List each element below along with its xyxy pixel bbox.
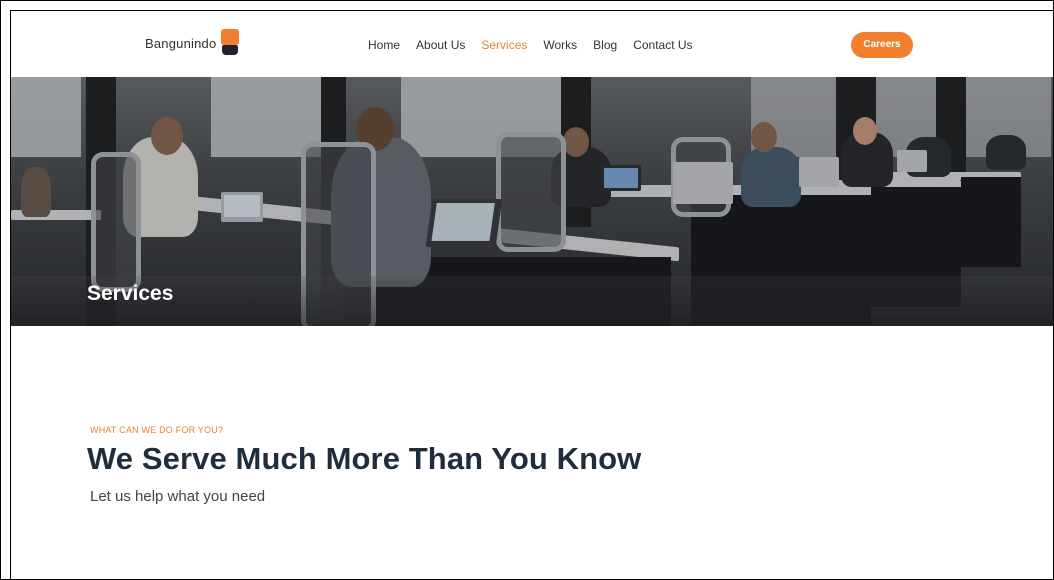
site-header: Bangunindo Home About Us Services Works … — [11, 11, 1053, 77]
nav-item-works[interactable]: Works — [543, 38, 577, 52]
nav-item-services[interactable]: Services — [481, 38, 527, 52]
nav-item-home[interactable]: Home — [368, 38, 400, 52]
nav-item-contact-us[interactable]: Contact Us — [633, 38, 692, 52]
hero-title: Services — [87, 282, 174, 305]
browser-frame: Bangunindo Home About Us Services Works … — [0, 0, 1054, 580]
careers-button[interactable]: Careers — [851, 32, 913, 58]
logo-mark-icon — [218, 29, 240, 57]
main-nav: Home About Us Services Works Blog Contac… — [368, 38, 709, 52]
logo-text: Bangunindo — [145, 35, 217, 51]
logo[interactable]: Bangunindo — [145, 29, 240, 57]
section-eyebrow: WHAT CAN WE DO FOR YOU? — [90, 425, 224, 435]
section-subtext: Let us help what you need — [90, 488, 266, 505]
page: Bangunindo Home About Us Services Works … — [10, 10, 1053, 579]
section-headline: We Serve Much More Than You Know — [87, 441, 642, 476]
nav-item-about-us[interactable]: About Us — [416, 38, 465, 52]
nav-item-blog[interactable]: Blog — [593, 38, 617, 52]
hero-banner: Services — [11, 77, 1053, 326]
